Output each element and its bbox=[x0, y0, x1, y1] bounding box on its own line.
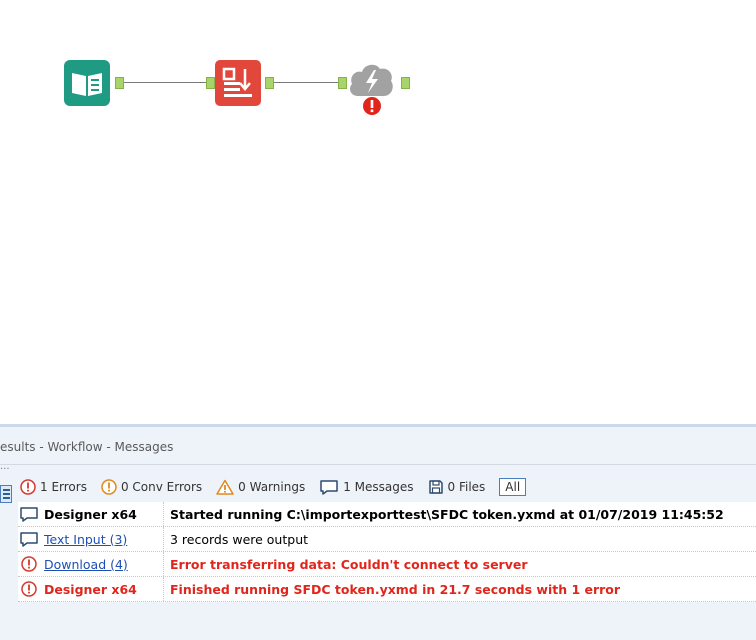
message-filter-bar: 1 Errors 0 Conv Errors 0 Warnings 1 Mess… bbox=[20, 477, 527, 497]
error-circle-icon bbox=[21, 556, 37, 572]
title-separator bbox=[0, 464, 756, 465]
filter-messages-label: 1 Messages bbox=[343, 480, 414, 494]
error-badge-icon bbox=[362, 96, 382, 116]
filter-conv-errors-label: 0 Conv Errors bbox=[120, 480, 203, 494]
error-circle-icon bbox=[21, 581, 37, 597]
results-title: esults - Workflow - Messages bbox=[0, 440, 174, 454]
message-row[interactable]: Designer x64 Started running C:\importex… bbox=[18, 502, 756, 527]
messages-table: Designer x64 Started running C:\importex… bbox=[18, 502, 756, 602]
message-row[interactable]: Text Input (3) 3 records were output bbox=[18, 527, 756, 552]
file-save-icon bbox=[428, 480, 443, 494]
message-text: Finished running SFDC token.yxmd in 21.7… bbox=[170, 581, 621, 597]
message-source-link[interactable]: Text Input (3) bbox=[44, 532, 127, 547]
message-source-link[interactable]: Download (4) bbox=[44, 557, 128, 572]
message-bubble-icon bbox=[20, 507, 38, 522]
message-bubble-icon bbox=[320, 480, 338, 495]
connection-line-1[interactable] bbox=[124, 82, 209, 83]
warning-triangle-icon bbox=[216, 479, 234, 495]
text-input-output-anchor[interactable] bbox=[115, 77, 124, 89]
filter-errors[interactable]: 1 Errors bbox=[20, 479, 87, 495]
text-input-tool[interactable] bbox=[64, 60, 110, 106]
download-tool[interactable] bbox=[215, 60, 261, 106]
filter-warnings-label: 0 Warnings bbox=[238, 480, 306, 494]
connection-line-2[interactable] bbox=[274, 82, 340, 83]
message-text: 3 records were output bbox=[170, 531, 309, 547]
message-text: Started running C:\importexporttest\SFDC… bbox=[170, 506, 724, 522]
message-bubble-icon bbox=[20, 532, 38, 547]
workflow-canvas[interactable] bbox=[0, 0, 756, 424]
more-dots-icon[interactable]: ··· bbox=[0, 465, 10, 475]
book-icon bbox=[64, 60, 110, 106]
error-circle-icon bbox=[20, 479, 36, 495]
filter-all-button[interactable]: All bbox=[499, 478, 527, 496]
layout-toggle-icon[interactable] bbox=[0, 485, 12, 503]
results-panel: esults - Workflow - Messages ··· 1 Error… bbox=[0, 427, 756, 640]
download-output-anchor[interactable] bbox=[265, 77, 274, 89]
download-icon bbox=[215, 60, 261, 106]
filter-conv-errors[interactable]: 0 Conv Errors bbox=[101, 479, 202, 495]
connector-output-anchor[interactable] bbox=[401, 77, 410, 89]
message-row[interactable]: Download (4) Error transferring data: Co… bbox=[18, 552, 756, 577]
message-text: Error transferring data: Couldn't connec… bbox=[170, 556, 528, 572]
filter-warnings[interactable]: 0 Warnings bbox=[216, 479, 305, 495]
download-input-anchor[interactable] bbox=[206, 77, 215, 89]
message-source: Designer x64 bbox=[40, 502, 164, 526]
filter-errors-label: 1 Errors bbox=[40, 480, 87, 494]
filter-files-label: 0 Files bbox=[447, 480, 486, 494]
message-source: Designer x64 bbox=[40, 577, 164, 601]
filter-files[interactable]: 0 Files bbox=[428, 479, 486, 495]
message-row[interactable]: Designer x64 Finished running SFDC token… bbox=[18, 577, 756, 602]
filter-messages[interactable]: 1 Messages bbox=[319, 479, 414, 495]
conv-error-circle-icon bbox=[101, 479, 117, 495]
